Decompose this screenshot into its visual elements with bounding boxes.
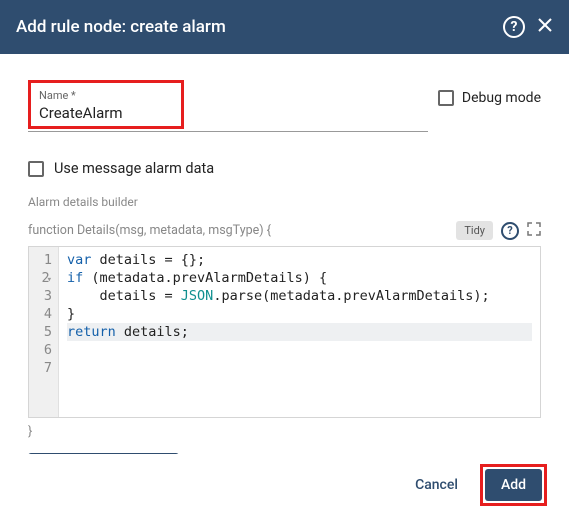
name-field[interactable]: Name * CreateAlarm [28,80,184,129]
cancel-button[interactable]: Cancel [407,469,466,501]
debug-checkbox[interactable] [438,90,454,106]
code-area[interactable]: var details = {};if (metadata.prevAlarmD… [59,247,540,417]
tidy-button[interactable]: Tidy [456,221,493,240]
code-editor[interactable]: 12▾34567 var details = {};if (metadata.p… [28,246,541,418]
usemsg-label: Use message alarm data [54,160,214,177]
underline [28,131,428,132]
dialog-header: Add rule node: create alarm ? [0,0,569,54]
usemsg-checkbox[interactable] [28,161,44,177]
editor-help-icon[interactable]: ? [501,222,519,240]
dialog-title: Add rule node: create alarm [16,17,226,37]
close-icon[interactable] [537,17,553,38]
test-details-button[interactable]: Test details function [28,453,179,454]
function-signature: function Details(msg, metadata, msgType)… [28,223,271,238]
section-label: Alarm details builder [28,195,541,209]
line-gutter: 12▾34567 [29,247,59,417]
function-close: } [28,424,541,439]
debug-label: Debug mode [462,90,541,106]
fullscreen-icon[interactable] [527,222,541,240]
name-input[interactable]: CreateAlarm [39,104,173,122]
name-label: Name * [39,89,173,102]
help-icon[interactable]: ? [503,16,525,38]
add-button[interactable]: Add [485,469,542,501]
